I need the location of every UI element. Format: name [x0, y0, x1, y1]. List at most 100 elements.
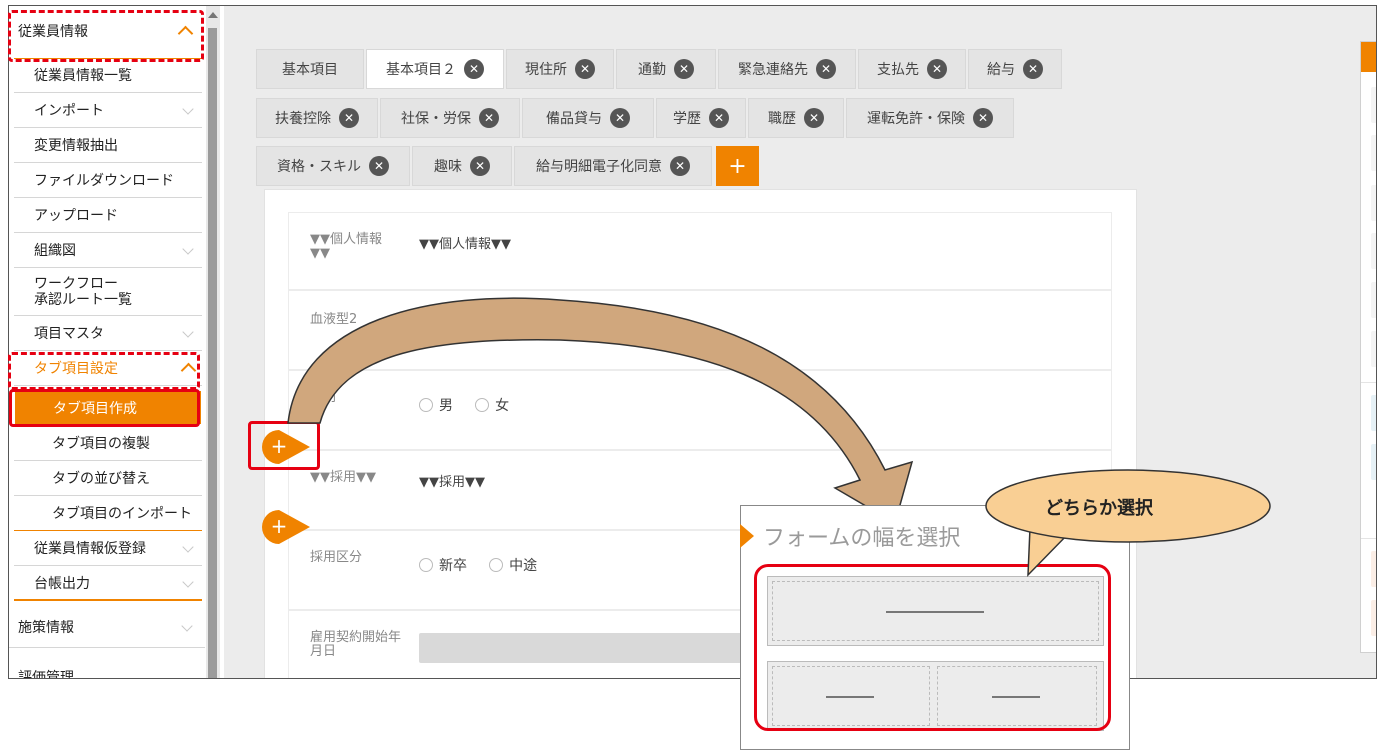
tab-social-insurance[interactable]: 社保・労保 ✕: [380, 98, 520, 138]
palette-widget[interactable]: 1,234- 567,890: [1371, 87, 1376, 123]
palette-widget[interactable]: ▦: [1371, 135, 1376, 171]
palette-widget[interactable]: ◌: [1371, 282, 1376, 318]
close-icon[interactable]: ✕: [339, 108, 359, 128]
radio-a[interactable]: A: [419, 317, 449, 333]
field-label: ▼▼個人情報 ▼▼: [310, 232, 382, 261]
popup-title: フォームの幅を選択: [763, 526, 961, 551]
tab-commute[interactable]: 通勤 ✕: [616, 49, 716, 89]
tab-e-payslip-consent[interactable]: 給与明細電子化同意 ✕: [514, 146, 712, 186]
sidebar-item-label: 従業員情報仮登録: [34, 541, 146, 557]
field-label: 雇用契約開始年 月日: [310, 630, 402, 659]
sidebar-item-label: インポート: [34, 103, 104, 119]
tab-basic[interactable]: 基本項目: [256, 49, 364, 89]
sidebar-item-label: ファイルダウンロード: [34, 173, 174, 189]
radio-male[interactable]: 男: [419, 395, 453, 415]
close-icon[interactable]: ✕: [816, 59, 836, 79]
tab-address[interactable]: 現住所 ✕: [506, 49, 614, 89]
sidebar-item-label: 組織図: [34, 243, 76, 259]
annotation-box-add-button: [248, 421, 320, 470]
sidebar-item-file-download[interactable]: ファイルダウンロード: [14, 163, 202, 198]
sidebar-section-measures[interactable]: 施策情報: [9, 606, 205, 648]
sidebar-item-employee-list[interactable]: 従業員情報一覧: [14, 58, 202, 93]
palette-widget[interactable]: ⊥: [1371, 600, 1376, 636]
radio-female[interactable]: 女: [475, 395, 509, 415]
tab-license-insurance[interactable]: 運転免許・保険 ✕: [846, 98, 1014, 138]
palette-widget[interactable]: abc...: [1371, 444, 1376, 480]
sidebar-item-org-chart[interactable]: 組織図: [14, 233, 202, 268]
sidebar-item-label: 項目マスタ: [34, 326, 104, 342]
annotation-box-width-options: [754, 564, 1111, 731]
sidebar-item-workflow[interactable]: ワークフロー 承認ルート一覧: [14, 268, 202, 316]
sidebar-item-import[interactable]: インポート: [14, 93, 202, 128]
tab-education[interactable]: 学歴 ✕: [656, 98, 746, 138]
sidebar-item-ledger-output[interactable]: 台帳出力: [14, 566, 202, 601]
tab-emergency-contact[interactable]: 緊急連絡先 ✕: [718, 49, 856, 89]
close-icon[interactable]: ✕: [670, 156, 690, 176]
close-icon[interactable]: ✕: [927, 59, 947, 79]
palette-widget[interactable]: T...: [1371, 185, 1376, 221]
close-icon[interactable]: ✕: [709, 108, 729, 128]
radio-new-grad[interactable]: 新卒: [419, 555, 467, 575]
radio-group-gender: 男 女: [419, 395, 527, 416]
sidebar-item-temp-register[interactable]: 従業員情報仮登録: [14, 531, 202, 566]
radio-mid-career[interactable]: 中途: [489, 555, 537, 575]
tab-qualifications[interactable]: 資格・スキル ✕: [256, 146, 410, 186]
radio-group-recruit-type: 新卒 中途: [419, 555, 555, 576]
scrollbar-thumb[interactable]: [208, 28, 217, 678]
form-row-blood-type[interactable]: 血液型2 A B O AB: [288, 290, 1112, 370]
tab-equipment-loan[interactable]: 備品貸与 ✕: [522, 98, 654, 138]
sidebar-item-tab-duplicate[interactable]: タブ項目の複製: [14, 426, 202, 461]
popup-arrow-icon: [740, 524, 754, 548]
tab-basic-2[interactable]: 基本項目２ ✕: [366, 49, 504, 89]
palette-widget[interactable]: ▭: [1371, 551, 1376, 587]
close-icon[interactable]: ✕: [464, 59, 484, 79]
sidebar-item-label: 変更情報抽出: [34, 138, 118, 154]
form-row-personal-info[interactable]: ▼▼個人情報 ▼▼ ▼▼個人情報▼▼: [288, 212, 1112, 290]
close-icon[interactable]: ✕: [1023, 59, 1043, 79]
palette-widget[interactable]: ▤: [1371, 395, 1376, 431]
sidebar-item-change-extract[interactable]: 変更情報抽出: [14, 128, 202, 163]
tab-salary[interactable]: 給与 ✕: [968, 49, 1062, 89]
sidebar-section-label: 施策情報: [18, 619, 74, 636]
sidebar-item-item-master[interactable]: 項目マスタ: [14, 316, 202, 351]
sidebar-section-evaluation[interactable]: 評価管理: [9, 662, 205, 678]
radio-group-blood-type: A B O AB: [419, 317, 633, 336]
radio-o[interactable]: O: [522, 317, 554, 333]
tab-work-history[interactable]: 職歴 ✕: [748, 98, 844, 138]
radio-b[interactable]: B: [470, 317, 500, 333]
tab-hobbies[interactable]: 趣味 ✕: [412, 146, 512, 186]
close-icon[interactable]: ✕: [973, 108, 993, 128]
tab-payee[interactable]: 支払先 ✕: [858, 49, 966, 89]
sidebar-item-upload[interactable]: アップロード: [14, 198, 202, 233]
sidebar-item-label: ワークフロー: [34, 275, 118, 292]
tab-label: 通勤: [638, 62, 666, 78]
close-icon[interactable]: ✕: [674, 59, 694, 79]
close-icon[interactable]: ✕: [470, 156, 490, 176]
tab-label: 職歴: [768, 111, 796, 127]
field-label: 採用区分: [310, 550, 363, 565]
tab-label: 現住所: [525, 62, 567, 78]
annotation-box-tab-create: [9, 389, 200, 427]
sidebar: 従業員情報 従業員情報一覧 インポート 変更情報抽出 ファイルダウンロード アッ…: [9, 6, 205, 678]
tab-label: 給与: [987, 62, 1015, 78]
tab-label: 資格・スキル: [277, 159, 361, 175]
sidebar-item-tab-reorder[interactable]: タブの並び替え: [14, 461, 202, 496]
radio-ab[interactable]: AB: [575, 317, 615, 333]
close-icon[interactable]: ✕: [479, 108, 499, 128]
field-label: 性別: [310, 390, 337, 405]
sidebar-item-tab-import[interactable]: タブ項目のインポート: [14, 496, 202, 531]
add-tab-button[interactable]: +: [716, 146, 759, 186]
palette-widget[interactable]: ☎: [1371, 331, 1376, 367]
tab-dependent-deduction[interactable]: 扶養控除 ✕: [256, 98, 378, 138]
palette-widget[interactable]: ⬚: [1371, 233, 1376, 269]
close-icon[interactable]: ✕: [369, 156, 389, 176]
add-field-button[interactable]: +: [262, 510, 310, 544]
close-icon[interactable]: ✕: [610, 108, 630, 128]
close-icon[interactable]: ✕: [575, 59, 595, 79]
widget-palette: ✕ 1,234- 567,890🔗▦🎂T...≡⬚⇪◌✉☎▦▤▤abc...⇣▭…: [1360, 41, 1376, 653]
chevron-down-icon: [182, 326, 194, 338]
close-icon[interactable]: ✕: [804, 108, 824, 128]
form-row-gender[interactable]: 性別 男 女: [288, 370, 1112, 450]
scroll-up-icon[interactable]: [208, 12, 218, 18]
bubble-text: どちらか選択: [1045, 498, 1153, 519]
